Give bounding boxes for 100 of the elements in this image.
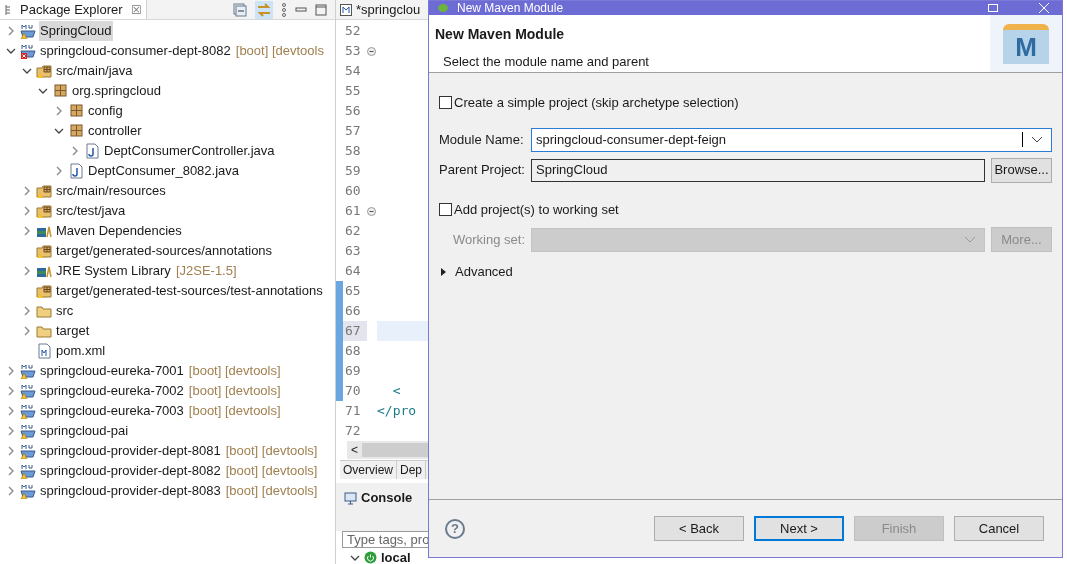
tree-item[interactable]: springcloud-pai [39,421,130,441]
tree-item[interactable]: src/test/java [55,201,127,221]
tree-item[interactable]: springcloud-eureka-7001 [39,361,185,381]
editor-page-tab[interactable]: Dep [397,461,427,479]
tree-item-decoration: [boot] [devtools] [225,442,318,461]
tree-item[interactable]: controller [87,121,143,141]
leaf-icon [437,3,449,13]
tree-item[interactable]: DeptConsumer_8082.java [87,161,241,181]
source-folder-icon [36,63,52,79]
collapse-all-icon[interactable] [233,2,247,17]
tree-item[interactable]: springcloud-provider-dept-8083 [39,481,222,501]
maximize-icon[interactable] [315,3,327,16]
tree-item[interactable]: target [55,321,91,341]
line-number: 56 [344,102,362,121]
java-file-icon [84,143,100,159]
tree-item-decoration: [boot] [devtools [235,42,324,61]
window-title: New Maven Module [457,2,564,14]
project-icon [20,383,36,399]
close-icon[interactable]: ☒ [130,0,142,19]
tree-item[interactable]: src [55,301,75,321]
tree-item[interactable]: springcloud-provider-dept-8082 [39,461,222,481]
checkbox-label[interactable]: Create a simple project (skip archetype selection) [454,93,739,113]
line-number: 70 [344,382,362,401]
scrollbar-thumb[interactable] [362,443,428,457]
project-icon [20,23,36,39]
tree-item[interactable]: target/generated-sources/annotations [55,241,274,261]
module-name-combo[interactable]: springcloud-consumer-dept-feign [531,127,1052,152]
tree-item-decoration: [boot] [devtools] [188,382,281,401]
line-number: 72 [344,422,362,441]
collapsed-arrow-icon[interactable] [439,267,447,276]
line-number: 54 [344,62,362,81]
parent-project-field[interactable]: SpringCloud [531,158,985,182]
browse-button[interactable]: Browse... [991,157,1052,183]
line-number: 61 [344,202,362,221]
tree-item[interactable]: springcloud-eureka-7002 [39,381,185,401]
filter-field[interactable]: Type tags, pro [342,531,428,548]
dialog-subtitle: Select the module name and parent [443,53,650,71]
dialog-button[interactable]: Cancel [954,516,1044,541]
project-icon [20,403,36,419]
fold-icon[interactable] [367,206,376,216]
dialog-heading: New Maven Module [435,25,566,44]
line-number: 53 [344,42,362,61]
help-icon[interactable]: ? [445,518,465,539]
section-toggle[interactable]: Advanced [455,262,513,282]
line-number: 58 [344,142,362,161]
maven-file-icon [340,3,352,16]
line-number: 68 [344,342,362,361]
tree-item[interactable]: Maven Dependencies [55,221,183,241]
code-line: </pro [377,402,417,421]
dialog-button[interactable]: < Back [654,516,744,541]
server-node[interactable]: local [381,548,411,564]
tree-item[interactable]: target/generated-test-sources/test-annotations [55,281,324,301]
line-number: 62 [344,222,362,241]
tree-item[interactable]: src/main/resources [55,181,167,201]
tree-item[interactable]: springcloud-consumer-dept-8082 [39,41,232,61]
line-number: 64 [344,262,362,281]
scroll-left-arrow[interactable]: < [347,441,362,459]
tree-item[interactable]: DeptConsumerController.java [103,141,276,161]
line-number: 67 [343,321,367,341]
field-label: Parent Project: [439,161,525,180]
tree-item[interactable]: springcloud-provider-dept-8081 [39,441,222,461]
tree-item[interactable]: springcloud-eureka-7003 [39,401,185,421]
tree-item[interactable]: src/main/java [55,61,134,81]
more-icon[interactable] [281,2,287,17]
checkbox[interactable] [439,96,452,110]
project-icon [20,483,36,499]
line-number: 52 [344,22,362,41]
line-number: 59 [344,162,362,181]
line-number: 60 [344,182,362,201]
link-icon[interactable] [255,0,273,19]
line-number: 66 [344,302,362,321]
tree-item[interactable]: SpringCloud [39,21,113,41]
line-number: 55 [344,82,362,101]
dialog-button[interactable]: Next > [754,516,844,541]
monitor-icon [344,491,357,505]
maven-logo: M [1003,23,1049,64]
line-number: 71 [344,402,362,421]
source-folder-icon [36,183,52,199]
checkbox[interactable] [439,202,452,216]
java-file-icon [68,163,84,179]
tree-item[interactable]: config [87,101,124,121]
panel-tab[interactable]: Package Explorer [20,0,123,20]
project-icon [20,463,36,479]
fold-icon[interactable] [367,46,376,56]
tree-item-decoration: [boot] [devtools] [225,462,318,481]
field-label: Working set: [452,230,525,249]
console-tab[interactable]: Console [361,488,413,508]
editor-page-tab[interactable]: Overview [340,461,397,479]
project-error-icon [20,43,36,59]
project-icon [20,443,36,459]
close-icon[interactable] [1038,3,1050,13]
xml-file-icon [36,343,52,359]
tree-item[interactable]: org.springcloud [71,81,162,101]
checkbox-label[interactable]: Add project(s) to working set [454,199,619,219]
line-number: 57 [344,122,362,141]
tree-item[interactable]: JRE System Library [55,261,172,281]
line-number: 65 [344,282,362,301]
tree-item[interactable]: pom.xml [55,341,107,361]
source-folder-icon [36,283,52,299]
field-label: Module Name: [439,130,525,149]
